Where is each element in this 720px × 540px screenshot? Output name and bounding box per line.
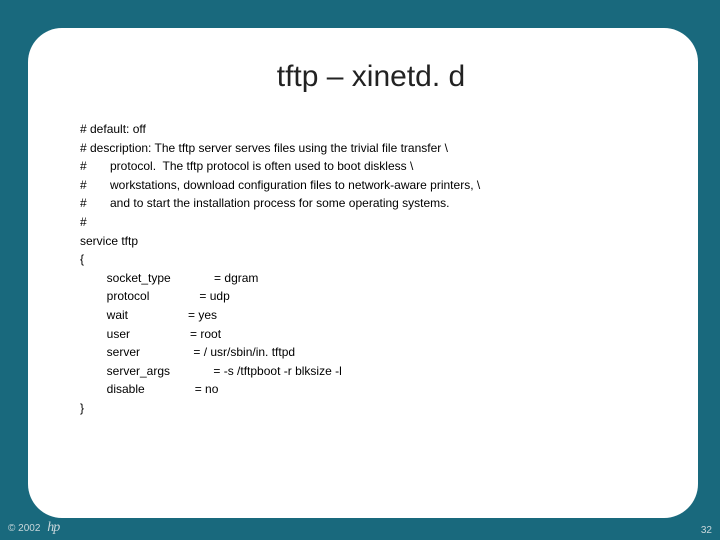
code-line: # — [80, 213, 662, 232]
content-panel: tftp – xinetd. d # default: off # descri… — [28, 28, 698, 518]
slide: tftp – xinetd. d # default: off # descri… — [0, 0, 720, 540]
code-line: protocol = udp — [80, 287, 662, 306]
code-line: # and to start the installation process … — [80, 194, 662, 213]
code-line: wait = yes — [80, 306, 662, 325]
copyright-text: © 2002 — [8, 523, 40, 534]
code-line: # default: off — [80, 120, 662, 139]
code-line: # protocol. The tftp protocol is often u… — [80, 157, 662, 176]
code-line: { — [80, 250, 662, 269]
code-line: server_args = -s /tftpboot -r blksize -l — [80, 362, 662, 381]
code-line: # description: The tftp server serves fi… — [80, 139, 662, 158]
code-line: server = / usr/sbin/in. tftpd — [80, 343, 662, 362]
code-line: service tftp — [80, 232, 662, 251]
code-line: # workstations, download configuration f… — [80, 176, 662, 195]
code-line: user = root — [80, 325, 662, 344]
code-line: } — [80, 399, 662, 418]
page-number: 32 — [701, 525, 712, 536]
code-line: disable = no — [80, 380, 662, 399]
slide-title: tftp – xinetd. d — [80, 60, 662, 94]
footer: © 2002 hp — [8, 520, 59, 536]
code-line: socket_type = dgram — [80, 269, 662, 288]
brand-logo: hp — [47, 520, 59, 535]
code-block: # default: off # description: The tftp s… — [80, 120, 662, 418]
